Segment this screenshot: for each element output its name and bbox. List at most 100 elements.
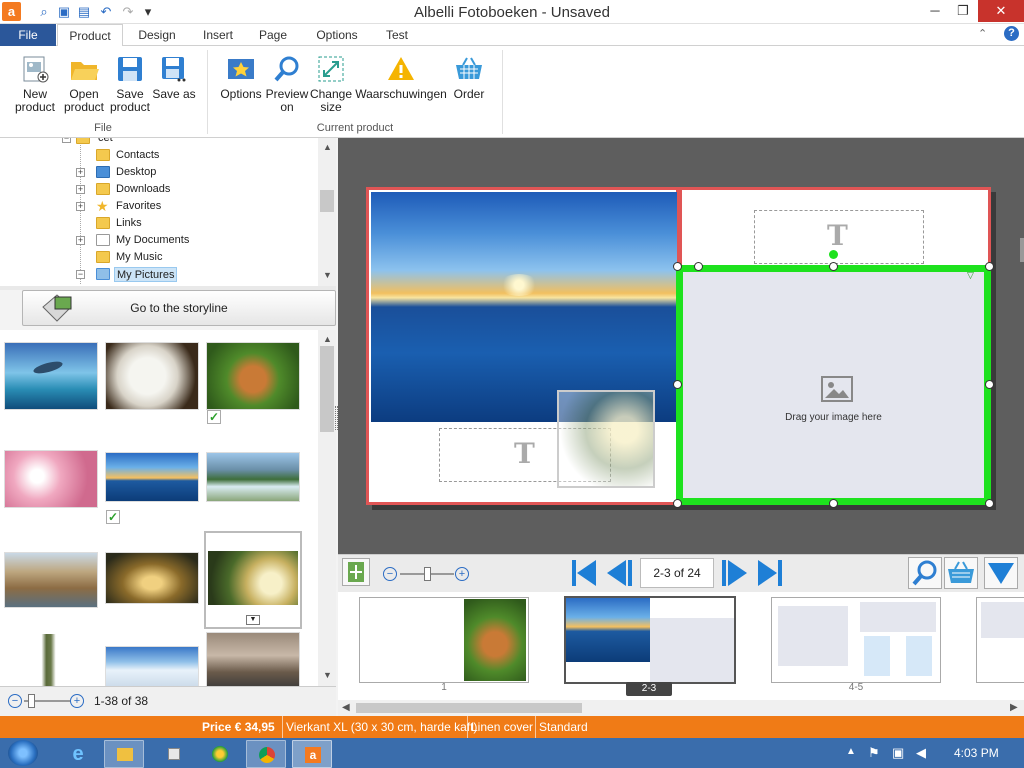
close-button[interactable]: ✕ xyxy=(978,0,1024,22)
previous-page-icon[interactable] xyxy=(604,557,636,589)
zoom-slider-thumb[interactable] xyxy=(28,694,35,708)
paint-icon[interactable] xyxy=(154,740,194,768)
tab-file[interactable]: File xyxy=(0,24,56,46)
volume-icon[interactable]: ◀ xyxy=(916,745,926,761)
resize-handle[interactable] xyxy=(829,262,838,271)
expand-icon[interactable]: + xyxy=(76,168,85,177)
preview-button[interactable]: Preview on xyxy=(264,50,310,120)
network-icon[interactable]: ▣ xyxy=(892,745,904,761)
left-page[interactable]: T xyxy=(366,187,679,505)
thumbnail-scrollbar[interactable]: ◀ ▶ xyxy=(338,700,1024,716)
collapse-ribbon-icon[interactable]: ⌃ xyxy=(978,27,987,40)
file-explorer-icon[interactable] xyxy=(104,740,144,768)
expand-icon[interactable]: + xyxy=(76,202,85,211)
photo-thumbnail-tree-trunk[interactable] xyxy=(4,634,98,686)
first-page-icon[interactable] xyxy=(568,557,600,589)
photo-thumbnail-birds[interactable] xyxy=(206,632,300,686)
resize-handle[interactable] xyxy=(673,380,682,389)
page-thumbnail-1[interactable] xyxy=(359,597,529,683)
text-placeholder-right[interactable]: T xyxy=(754,210,924,264)
collapse-icon[interactable]: − xyxy=(76,270,85,279)
zoom-in-icon[interactable]: + xyxy=(70,694,84,708)
image-drop-frame[interactable]: Drag your image here ▽ xyxy=(676,265,991,505)
save-as-button[interactable]: Save as xyxy=(152,50,196,120)
resize-handle[interactable] xyxy=(829,499,838,508)
resize-handle[interactable] xyxy=(985,262,994,271)
options-button[interactable]: Options xyxy=(218,50,264,120)
photo-thumbnail-sunset-sea[interactable] xyxy=(105,452,199,502)
photo-thumbnail-wave-tunnel[interactable] xyxy=(105,552,199,604)
collapse-icon[interactable]: − xyxy=(62,138,71,143)
tab-test[interactable]: Test xyxy=(376,24,418,46)
flag-icon[interactable]: ⚑ xyxy=(868,745,880,761)
photo-thumbnail-pink-blossom[interactable] xyxy=(4,450,98,508)
media-icon[interactable] xyxy=(200,740,240,768)
change-size-button[interactable]: Change size xyxy=(308,50,354,120)
scroll-up-icon[interactable]: ▲ xyxy=(323,334,332,344)
tree-item-links[interactable]: Links xyxy=(76,215,306,232)
scroll-thumb[interactable] xyxy=(356,703,582,713)
start-icon[interactable] xyxy=(8,740,38,766)
frame-menu-arrow-icon[interactable]: ▽ xyxy=(967,270,974,281)
page-thumbnail-4-5[interactable] xyxy=(771,597,941,683)
photo-thumbnail-dolphins[interactable] xyxy=(4,342,98,410)
gallery-scrollbar[interactable]: ▲ ▼ xyxy=(318,330,336,686)
storyline-button[interactable]: Go to the storyline xyxy=(22,290,336,326)
scroll-right-icon[interactable]: ▶ xyxy=(1010,702,1018,713)
fit-page-button[interactable] xyxy=(342,558,370,586)
sunset-photo[interactable] xyxy=(371,192,677,422)
photo-thumbnail-selected-frame[interactable]: ▼ xyxy=(204,531,302,629)
tab-design[interactable]: Design xyxy=(130,24,184,46)
dropdown-arrow-icon[interactable]: ▼ xyxy=(246,615,260,625)
photo-thumbnail-city-riverside[interactable] xyxy=(4,552,98,608)
resize-handle[interactable] xyxy=(985,380,994,389)
restore-button[interactable]: ❐ xyxy=(948,0,978,22)
tree-item-my-music[interactable]: My Music xyxy=(76,249,306,266)
tab-options[interactable]: Options xyxy=(306,24,368,46)
expand-icon[interactable]: + xyxy=(76,236,85,245)
clock[interactable]: 4:03 PM xyxy=(954,746,999,760)
tree-item-contacts[interactable]: Contacts xyxy=(76,147,306,164)
scroll-down-icon[interactable]: ▼ xyxy=(323,270,332,280)
chrome-icon[interactable] xyxy=(246,740,286,768)
resize-handle[interactable] xyxy=(673,499,682,508)
expand-icon[interactable]: + xyxy=(76,185,85,194)
warnings-button[interactable]: Waarschuwingen xyxy=(354,50,448,120)
scroll-thumb[interactable] xyxy=(320,190,334,212)
scroll-up-icon[interactable]: ▲ xyxy=(323,142,332,152)
resize-handle[interactable] xyxy=(985,499,994,508)
photo-thumbnail-fox[interactable] xyxy=(206,342,300,410)
photo-thumbnail-river-rapids[interactable] xyxy=(206,452,300,502)
tree-item-favorites[interactable]: + ★ Favorites xyxy=(76,198,306,215)
scroll-thumb[interactable] xyxy=(320,346,334,432)
tray-chevron-icon[interactable]: ▲ xyxy=(846,746,856,757)
save-product-button[interactable]: Save product xyxy=(106,50,154,120)
resize-handle[interactable] xyxy=(694,262,703,271)
scroll-down-icon[interactable]: ▼ xyxy=(323,670,332,680)
photo-thumbnail-white-lion[interactable] xyxy=(105,342,199,410)
zoom-out-icon[interactable]: − xyxy=(8,694,22,708)
last-page-icon[interactable] xyxy=(754,557,786,589)
zoom-out-icon[interactable]: − xyxy=(383,567,397,581)
tree-item-desktop[interactable]: + Desktop xyxy=(76,164,306,181)
tab-insert[interactable]: Insert xyxy=(192,24,244,46)
page-thumbnail-2-3[interactable] xyxy=(564,596,736,684)
preview-button[interactable] xyxy=(908,557,942,589)
next-page-icon[interactable] xyxy=(718,557,750,589)
order-button[interactable] xyxy=(944,557,978,589)
tab-product[interactable]: Product xyxy=(57,24,123,47)
tree-item-downloads[interactable]: + Downloads xyxy=(76,181,306,198)
help-icon[interactable]: ? xyxy=(1004,26,1019,41)
internet-explorer-icon[interactable]: e xyxy=(58,740,98,768)
page-thumbnail-partial[interactable] xyxy=(976,597,1024,683)
albelli-icon[interactable]: a xyxy=(292,740,332,768)
order-button[interactable]: Order xyxy=(446,50,492,120)
zoom-in-icon[interactable]: + xyxy=(455,567,469,581)
open-product-button[interactable]: Open product xyxy=(60,50,108,120)
tree-item-my-documents[interactable]: + My Documents xyxy=(76,232,306,249)
new-product-button[interactable]: New product xyxy=(8,50,62,120)
dragged-photo-preview[interactable] xyxy=(557,390,655,488)
minimize-button[interactable]: ─ xyxy=(920,0,950,22)
collapse-panel-button[interactable] xyxy=(984,557,1018,589)
resize-handle[interactable] xyxy=(673,262,682,271)
